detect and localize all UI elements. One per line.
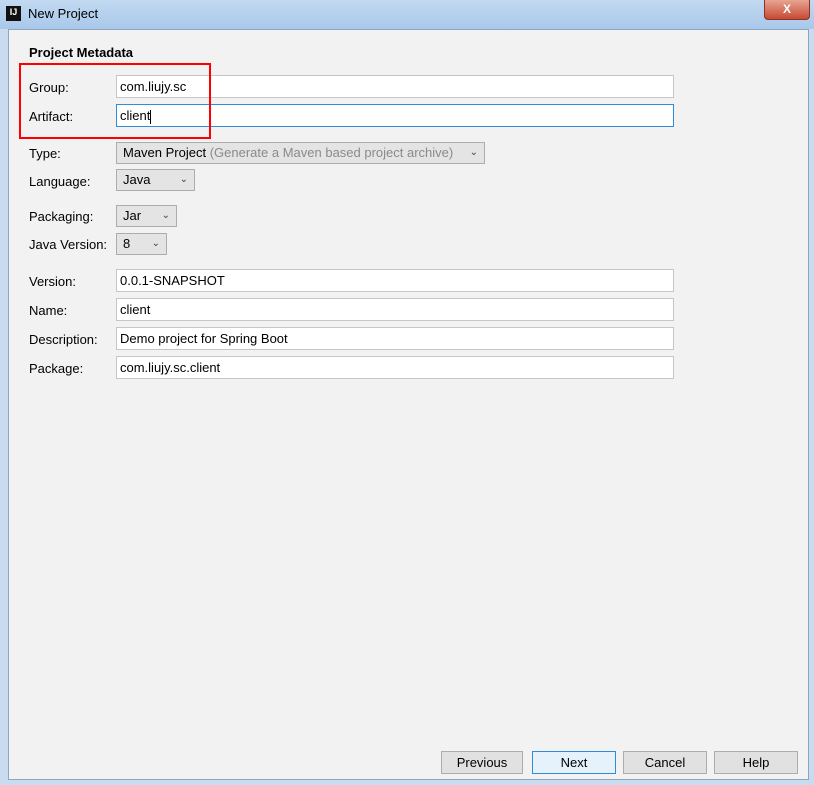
section-heading: Project Metadata (29, 45, 134, 60)
version-input[interactable]: 0.0.1-SNAPSHOT (116, 269, 674, 292)
java-version-label: Java Version: (29, 237, 108, 252)
package-input[interactable]: com.liujy.sc.client (116, 356, 674, 379)
type-select[interactable]: Maven Project (Generate a Maven based pr… (116, 142, 485, 164)
type-hint: (Generate a Maven based project archive) (209, 145, 454, 160)
java-version-select[interactable]: 8 ⌄ (116, 233, 167, 255)
language-select[interactable]: Java ⌄ (116, 169, 195, 191)
description-label: Description: (29, 332, 98, 347)
packaging-value: Jar (123, 208, 142, 223)
highlight-box (19, 63, 211, 139)
previous-button[interactable]: Previous (441, 751, 523, 774)
title-bar: IJ New Project X (0, 0, 814, 29)
chevron-down-icon: ⌄ (161, 210, 170, 221)
name-label: Name: (29, 303, 68, 318)
package-label: Package: (29, 361, 84, 376)
intellij-app-icon: IJ (6, 6, 21, 21)
version-label: Version: (29, 274, 76, 289)
description-input[interactable]: Demo project for Spring Boot (116, 327, 674, 350)
java-version-value: 8 (123, 236, 131, 251)
chevron-down-icon: ⌄ (469, 147, 478, 158)
packaging-label: Packaging: (29, 209, 94, 224)
packaging-select[interactable]: Jar ⌄ (116, 205, 177, 227)
chevron-down-icon: ⌄ (151, 238, 160, 249)
close-button[interactable]: X (764, 0, 810, 20)
help-button[interactable]: Help (714, 751, 798, 774)
language-label: Language: (29, 174, 91, 189)
type-label: Type: (29, 146, 61, 161)
chevron-down-icon: ⌄ (179, 174, 188, 185)
type-value: Maven Project (123, 145, 207, 160)
name-input[interactable]: client (116, 298, 674, 321)
next-button[interactable]: Next (532, 751, 616, 774)
language-value: Java (123, 172, 151, 187)
window-title: New Project (28, 6, 99, 21)
cancel-button[interactable]: Cancel (623, 751, 707, 774)
